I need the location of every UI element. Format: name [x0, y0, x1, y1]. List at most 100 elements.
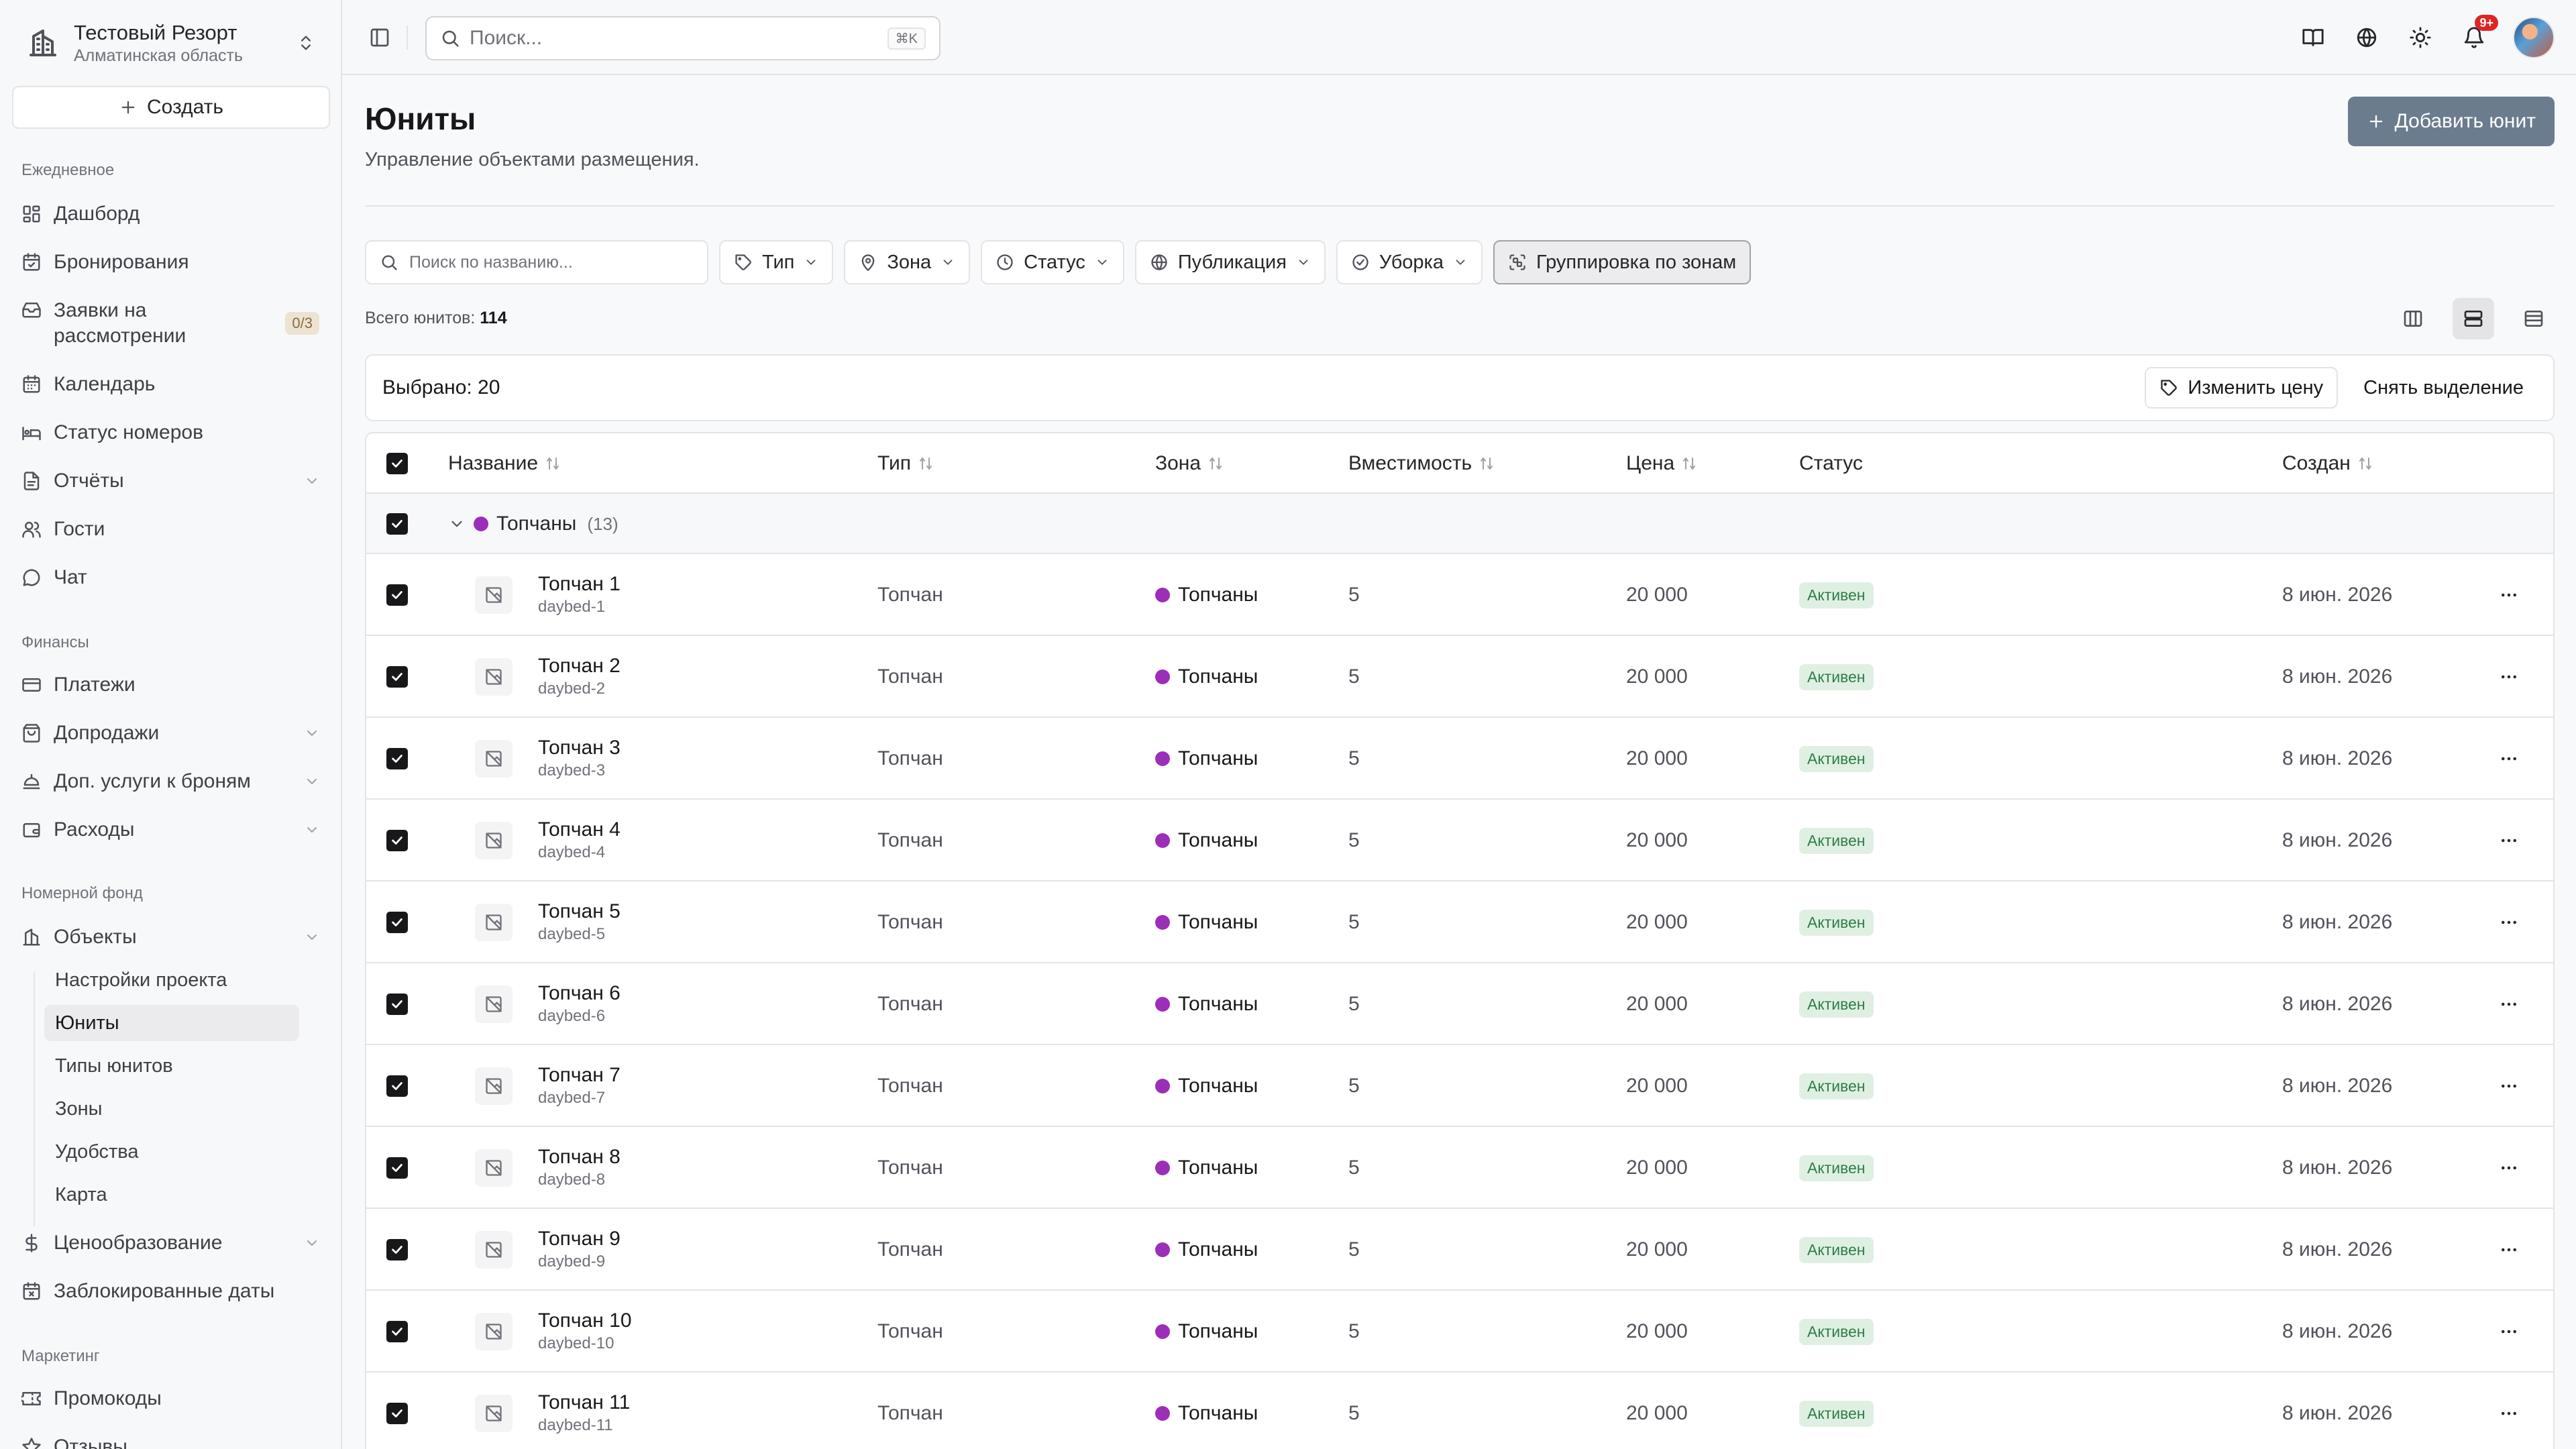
- unit-name-cell[interactable]: Топчан 9 daybed-9: [538, 1226, 621, 1272]
- more-horizontal-icon[interactable]: [2496, 1400, 2522, 1427]
- sidebar-subitem-amenities[interactable]: Удобства: [44, 1134, 299, 1170]
- row-checkbox[interactable]: [386, 1075, 408, 1097]
- unit-name-cell[interactable]: Топчан 2 daybed-2: [538, 653, 621, 699]
- unit-name-cell[interactable]: Топчан 11 daybed-11: [538, 1390, 630, 1436]
- sidebar-subitem-project-settings[interactable]: Настройки проекта: [44, 962, 299, 998]
- sidebar-item-requests[interactable]: Заявки на рассмотрении 0/3: [20, 290, 322, 357]
- page-subtitle: Управление объектами размещения.: [365, 149, 700, 170]
- group-by-zone-toggle[interactable]: Группировка по зонам: [1493, 240, 1752, 284]
- row-checkbox[interactable]: [386, 1403, 408, 1424]
- table-row[interactable]: Топчан 3 daybed-3 Топчан Топчаны 5 20 000 Акти…: [366, 718, 2553, 800]
- sidebar-item-reviews[interactable]: Отзывы: [20, 1426, 322, 1449]
- sidebar-subitem-map[interactable]: Карта: [44, 1177, 299, 1213]
- table-row[interactable]: Топчан 10 daybed-10 Топчан Топчаны 5 20 000 Ак…: [366, 1291, 2553, 1373]
- change-price-button[interactable]: Изменить цену: [2145, 367, 2339, 409]
- column-created[interactable]: Создан: [2282, 433, 2373, 494]
- globe-icon[interactable]: [2352, 23, 2381, 52]
- sidebar-item-dashboard[interactable]: Дашборд: [20, 193, 322, 235]
- more-horizontal-icon[interactable]: [2496, 1236, 2522, 1263]
- row-checkbox[interactable]: [386, 666, 408, 688]
- status-filter-button[interactable]: Статус: [981, 240, 1124, 284]
- avatar[interactable]: [2513, 17, 2555, 58]
- table-row[interactable]: Топчан 5 daybed-5 Топчан Топчаны 5 20 000 Акти…: [366, 881, 2553, 963]
- sidebar-toggle-icon[interactable]: [365, 23, 394, 52]
- unit-name-cell[interactable]: Топчан 8 daybed-8: [538, 1144, 621, 1190]
- row-checkbox[interactable]: [386, 584, 408, 606]
- table-row[interactable]: Топчан 2 daybed-2 Топчан Топчаны 5 20 000 Акти…: [366, 636, 2553, 718]
- column-price[interactable]: Цена: [1626, 433, 1697, 494]
- chevron-down-icon[interactable]: [448, 515, 466, 533]
- zone-filter-button[interactable]: Зона: [844, 240, 971, 284]
- more-horizontal-icon[interactable]: [2496, 582, 2522, 608]
- unit-name-cell[interactable]: Топчан 1 daybed-1: [538, 572, 621, 617]
- column-name[interactable]: Название: [448, 433, 561, 494]
- unit-name-cell[interactable]: Топчан 4 daybed-4: [538, 817, 621, 863]
- select-all-checkbox[interactable]: [386, 453, 408, 474]
- sidebar-item-guests[interactable]: Гости: [20, 508, 322, 550]
- sidebar-subitem-units[interactable]: Юниты: [44, 1005, 299, 1041]
- sidebar-subitem-unit-types[interactable]: Типы юнитов: [44, 1048, 299, 1084]
- table-row[interactable]: Топчан 11 daybed-11 Топчан Топчаны 5 20 000 Ак…: [366, 1373, 2553, 1449]
- bell-icon[interactable]: 9+: [2459, 15, 2498, 52]
- book-open-icon[interactable]: [2298, 23, 2328, 52]
- org-switcher[interactable]: Тестовый Резорт Алматинская область: [24, 17, 319, 68]
- table-row[interactable]: Топчан 8 daybed-8 Топчан Топчаны 5 20 000 Акти…: [366, 1127, 2553, 1209]
- table-row[interactable]: Топчан 9 daybed-9 Топчан Топчаны 5 20 000 Акти…: [366, 1209, 2553, 1291]
- group-row[interactable]: Топчаны (13): [366, 494, 2553, 554]
- more-horizontal-icon[interactable]: [2496, 991, 2522, 1018]
- row-checkbox[interactable]: [386, 1321, 408, 1342]
- sidebar-item-reports[interactable]: Отчёты: [20, 460, 322, 502]
- global-search-input[interactable]: Поиск... ⌘K: [425, 16, 941, 60]
- column-capacity[interactable]: Вместимость: [1348, 433, 1495, 494]
- sidebar-item-calendar[interactable]: Календарь: [20, 364, 322, 405]
- more-horizontal-icon[interactable]: [2496, 663, 2522, 690]
- sidebar-item-expenses[interactable]: Расходы: [20, 809, 322, 851]
- unit-name-cell[interactable]: Топчан 7 daybed-7: [538, 1063, 621, 1108]
- rows-view-icon[interactable]: [2453, 298, 2494, 339]
- table-view-icon[interactable]: [2513, 298, 2555, 339]
- sidebar-item-upsells[interactable]: Допродажи: [20, 712, 322, 754]
- column-zone[interactable]: Зона: [1155, 433, 1224, 494]
- row-checkbox[interactable]: [386, 1157, 408, 1179]
- sidebar-item-chat[interactable]: Чат: [20, 557, 322, 598]
- more-horizontal-icon[interactable]: [2496, 1318, 2522, 1345]
- more-horizontal-icon[interactable]: [2496, 1155, 2522, 1181]
- more-horizontal-icon[interactable]: [2496, 827, 2522, 854]
- table-row[interactable]: Топчан 1 daybed-1 Топчан Топчаны 5 20 000 Акти…: [366, 554, 2553, 636]
- more-horizontal-icon[interactable]: [2496, 1073, 2522, 1099]
- row-checkbox[interactable]: [386, 912, 408, 933]
- row-checkbox[interactable]: [386, 1239, 408, 1260]
- sidebar-subitem-zones[interactable]: Зоны: [44, 1091, 299, 1127]
- create-button[interactable]: Создать: [12, 86, 330, 129]
- sidebar-item-blocked-dates[interactable]: Заблокированные даты: [20, 1271, 322, 1312]
- table-row[interactable]: Топчан 6 daybed-6 Топчан Топчаны 5 20 000 Акти…: [366, 963, 2553, 1045]
- more-horizontal-icon[interactable]: [2496, 909, 2522, 936]
- sidebar-item-objects[interactable]: Объекты: [20, 916, 322, 958]
- add-unit-button[interactable]: Добавить юнит: [2347, 97, 2555, 146]
- unit-name-cell[interactable]: Топчан 5 daybed-5: [538, 899, 621, 945]
- sidebar-item-extras[interactable]: Доп. услуги к броням: [20, 761, 322, 802]
- table-row[interactable]: Топчан 4 daybed-4 Топчан Топчаны 5 20 000 Акти…: [366, 800, 2553, 881]
- unit-name-cell[interactable]: Топчан 6 daybed-6: [538, 981, 621, 1026]
- sun-icon[interactable]: [2406, 23, 2435, 52]
- group-checkbox[interactable]: [386, 513, 408, 535]
- row-checkbox[interactable]: [386, 994, 408, 1015]
- name-search-input[interactable]: Поиск по названию...: [365, 240, 708, 284]
- row-checkbox[interactable]: [386, 830, 408, 851]
- type-filter-button[interactable]: Тип: [719, 240, 834, 284]
- publication-filter-button[interactable]: Публикация: [1134, 240, 1326, 284]
- row-checkbox[interactable]: [386, 748, 408, 769]
- more-horizontal-icon[interactable]: [2496, 745, 2522, 772]
- sidebar-item-room-status[interactable]: Статус номеров: [20, 412, 322, 453]
- unit-name-cell[interactable]: Топчан 3 daybed-3: [538, 735, 621, 781]
- unit-name-cell[interactable]: Топчан 10 daybed-10: [538, 1308, 632, 1354]
- sidebar-item-payments[interactable]: Платежи: [20, 664, 322, 706]
- sidebar-item-promocodes[interactable]: Промокоды: [20, 1378, 322, 1419]
- sidebar-item-bookings[interactable]: Бронирования: [20, 241, 322, 283]
- column-type[interactable]: Тип: [877, 433, 934, 494]
- sidebar-item-pricing[interactable]: Ценообразование: [20, 1222, 322, 1264]
- table-row[interactable]: Топчан 7 daybed-7 Топчан Топчаны 5 20 000 Акти…: [366, 1045, 2553, 1127]
- clear-selection-button[interactable]: Снять выделение: [2350, 367, 2537, 409]
- cleaning-filter-button[interactable]: Уборка: [1336, 240, 1483, 284]
- columns-view-icon[interactable]: [2392, 298, 2434, 339]
